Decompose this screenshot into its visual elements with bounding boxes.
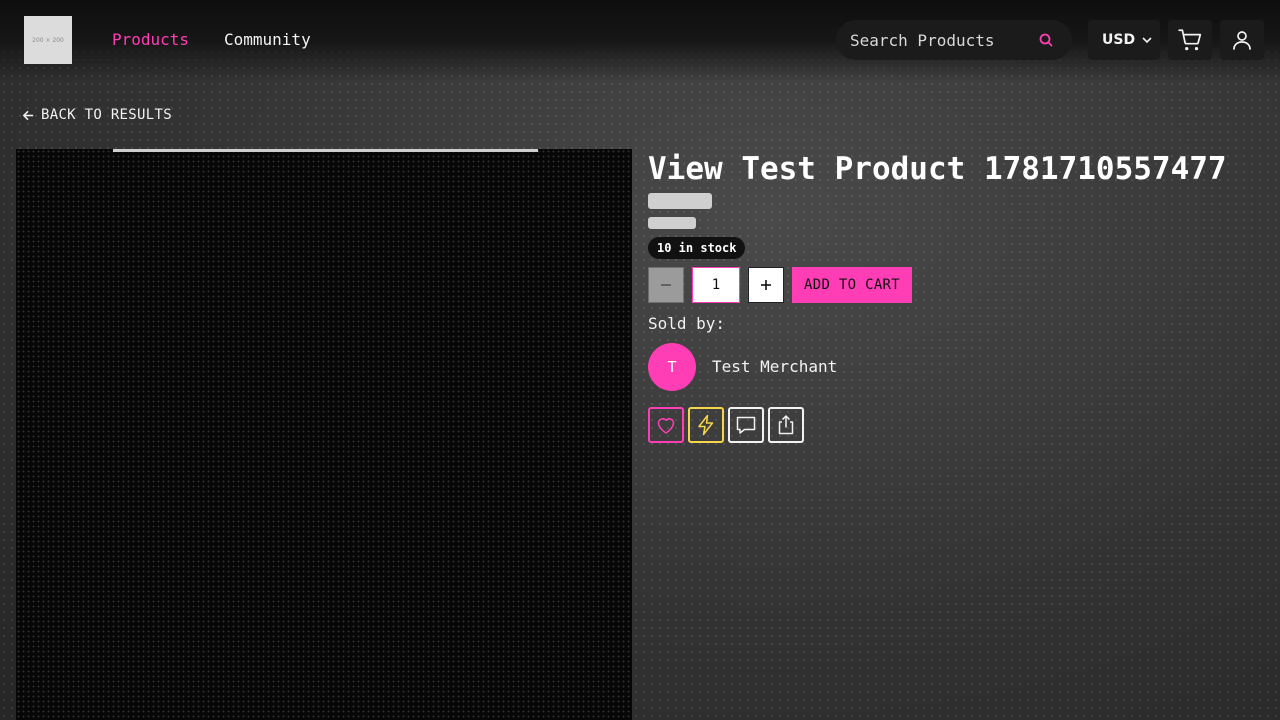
back-to-results-link[interactable]: BACK TO RESULTS — [22, 106, 172, 124]
search-box — [836, 20, 1072, 60]
quantity-decrease-button[interactable] — [648, 267, 684, 303]
site-logo[interactable]: 200 × 200 — [24, 16, 72, 64]
site-header: 200 × 200 Products Community USD — [0, 0, 1280, 82]
stock-badge: 10 in stock — [648, 237, 746, 259]
merchant-avatar[interactable]: T — [648, 343, 696, 391]
quantity-input[interactable] — [692, 267, 740, 303]
cart-button[interactable] — [1168, 20, 1212, 60]
lightning-icon — [698, 414, 714, 436]
plus-icon — [761, 280, 771, 290]
merchant-initial: T — [667, 358, 677, 376]
account-button[interactable] — [1220, 20, 1264, 60]
minus-icon — [661, 284, 671, 286]
favorite-button[interactable] — [648, 407, 684, 443]
add-to-cart-button[interactable]: ADD TO CART — [792, 267, 912, 303]
user-icon — [1233, 31, 1251, 50]
product-title: View Test Product 1781710557477 — [648, 151, 1227, 187]
nav-products[interactable]: Products — [112, 30, 189, 50]
cart-icon — [1178, 29, 1202, 51]
back-to-results-label: BACK TO RESULTS — [41, 107, 172, 123]
merchant-name-link[interactable]: Test Merchant — [712, 357, 837, 377]
share-icon — [778, 415, 794, 435]
share-button[interactable] — [768, 407, 804, 443]
search-icon[interactable] — [1038, 32, 1054, 48]
quantity-increase-button[interactable] — [748, 267, 784, 303]
sold-by-label: Sold by: — [648, 314, 726, 333]
price-skeleton — [648, 193, 712, 209]
currency-label: USD — [1102, 32, 1136, 48]
currency-selector[interactable]: USD — [1088, 20, 1160, 60]
product-image-gallery[interactable] — [16, 149, 632, 720]
heart-icon — [657, 418, 675, 434]
gallery-progress-bar — [113, 149, 539, 152]
chevron-down-icon — [1142, 37, 1152, 44]
subprice-skeleton — [648, 217, 696, 229]
comment-button[interactable] — [728, 407, 764, 443]
nav-community[interactable]: Community — [224, 30, 311, 50]
logo-placeholder-text: 200 × 200 — [32, 36, 64, 44]
chat-icon — [736, 416, 756, 434]
boost-button[interactable] — [688, 407, 724, 443]
search-input[interactable] — [850, 30, 1030, 50]
arrow-left-icon — [22, 110, 34, 120]
